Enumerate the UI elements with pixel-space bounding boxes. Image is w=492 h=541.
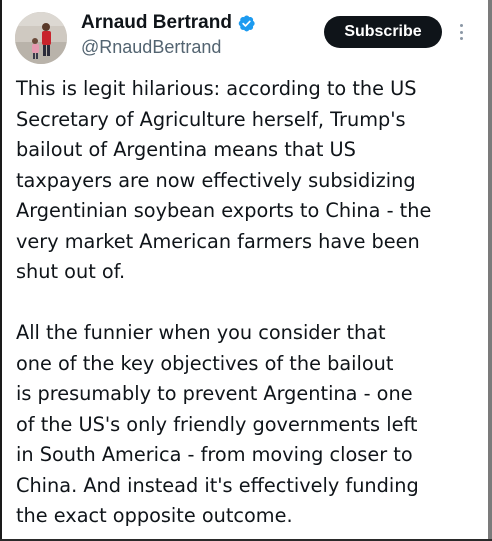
post-paragraph-2: All the funnier when you consider that o… [16,318,482,532]
post-card: Arnaud Bertrand @RnaudBertrand Subscribe… [2,0,488,539]
post-line: bailout of Argentina means that US [16,138,356,161]
author-display-name[interactable]: Arnaud Bertrand [81,12,232,34]
author-name-row: Arnaud Bertrand [81,12,256,34]
post-line: one of the key objectives of the bailout [16,351,394,375]
more-dot [459,37,463,40]
avatar[interactable] [15,12,67,64]
post-line: shut out of. [16,260,126,283]
post-line: taxpayers are now effectively subsidizin… [16,168,416,192]
more-vertical-icon[interactable] [454,19,468,45]
avatar-photo [15,12,67,64]
post-paragraph-1: This is legit hilarious: according to th… [16,74,482,288]
window-edge-right [488,0,492,541]
post-text: This is legit hilarious: according to th… [16,74,482,532]
more-dot [459,24,463,27]
subscribe-button[interactable]: Subscribe [324,16,442,48]
post-line: of the US's only friendly governments le… [16,412,418,436]
post-line: Secretary of Agriculture herself, Trump'… [16,107,406,131]
author-handle[interactable]: @RnaudBertrand [81,37,221,57]
post-line: China. And instead it's effectively fund… [16,473,419,497]
post-line: very market American farmers have been [16,229,420,253]
post-line: is presumably to prevent Argentina - one [16,382,413,405]
post-line: All the funnier when you consider that [16,321,386,344]
post-line: Argentinian soybean exports to China - t… [16,199,432,222]
post-line: in South America - from moving closer to [16,443,413,466]
verified-badge-icon[interactable] [237,14,256,33]
post-line: the exact opposite outcome. [16,504,293,527]
post-line: This is legit hilarious: according to th… [16,77,417,100]
more-dot [459,30,463,34]
